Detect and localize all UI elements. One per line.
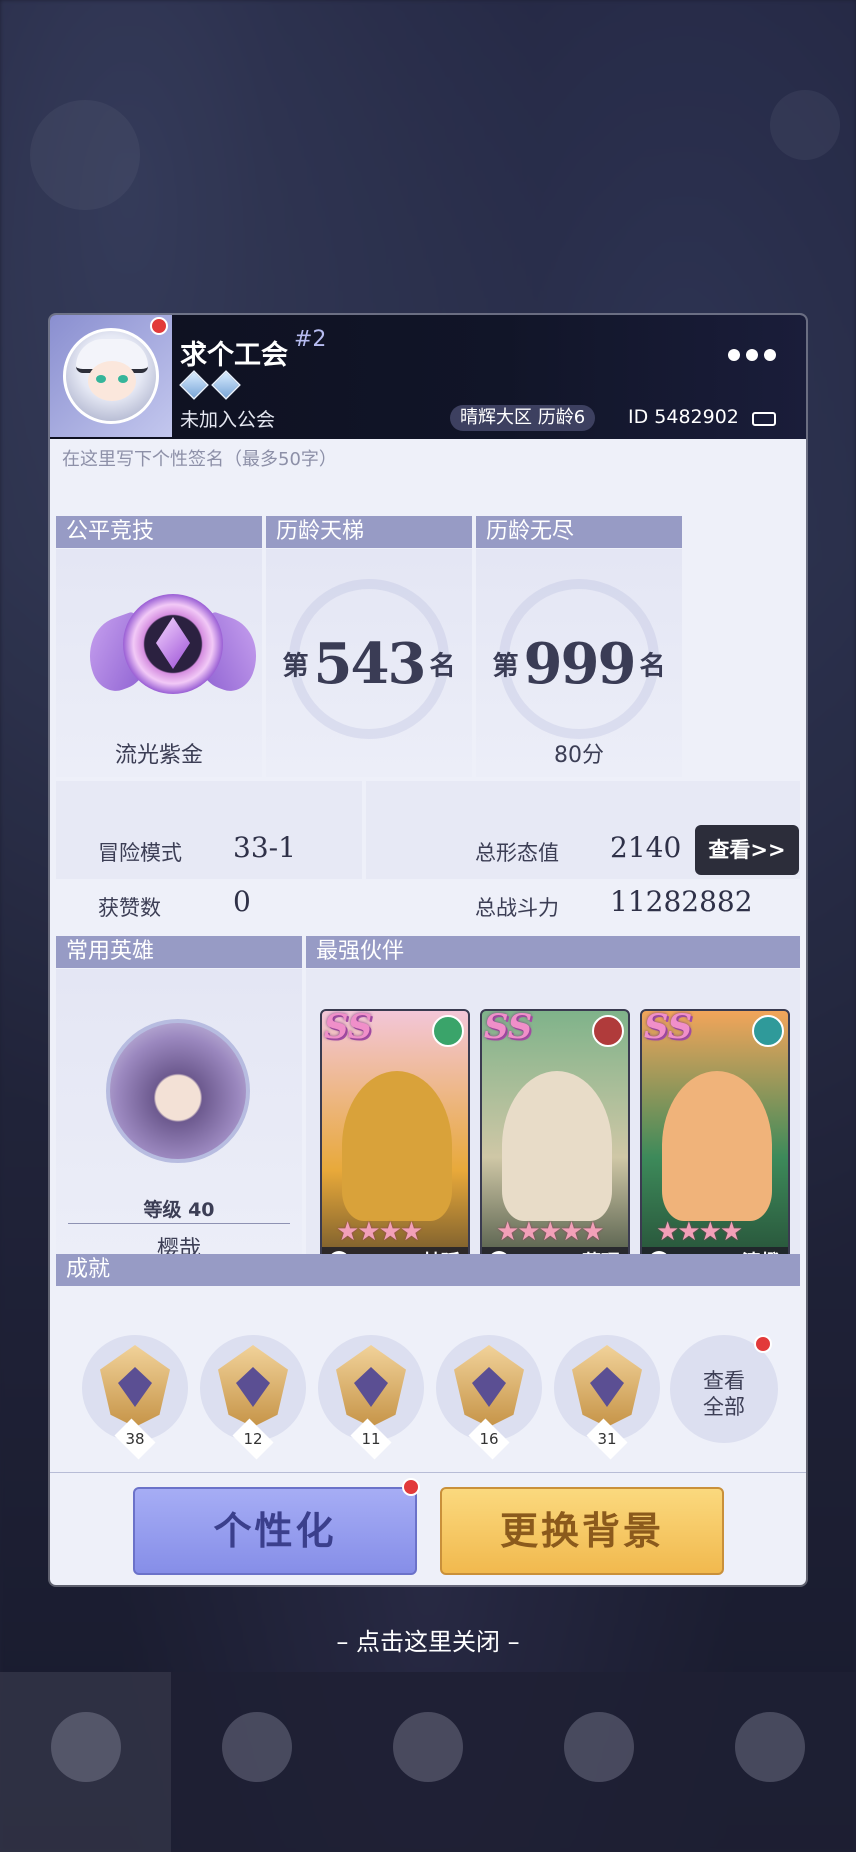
- achievement-badge[interactable]: 38: [82, 1335, 188, 1460]
- ladder-rank: 第 543 名: [282, 631, 456, 697]
- element-icon: [592, 1015, 624, 1047]
- nav-item-1: [0, 1672, 172, 1852]
- adventure-label: 冒险模式: [98, 841, 182, 865]
- avatar-frame[interactable]: [50, 315, 172, 437]
- form-label: 总形态值: [475, 841, 559, 865]
- ladder-panel[interactable]: 第 543 名: [266, 549, 472, 777]
- endless-title: 历龄无尽: [476, 516, 682, 548]
- personalize-button[interactable]: 个性化: [133, 1487, 417, 1575]
- profile-card: 求个工会 #2 未加入公会 晴辉大区 历龄6 ID 5482902 在这里写下个…: [50, 315, 806, 1585]
- star-rating: ★★★★: [336, 1217, 423, 1247]
- region-badge: 晴辉大区 历龄6: [450, 405, 596, 431]
- endless-score: 80分: [554, 743, 604, 768]
- ladder-title: 历龄天梯: [266, 516, 472, 548]
- achievement-notification-dot: [754, 1335, 772, 1353]
- username: 求个工会: [180, 340, 288, 371]
- change-background-button[interactable]: 更换背景: [440, 1487, 724, 1575]
- divider: [68, 1223, 290, 1224]
- achievement-badge[interactable]: 31: [554, 1335, 660, 1460]
- signature-input[interactable]: 在这里写下个性签名（最多50字）: [62, 445, 337, 471]
- diamond-icon: [211, 370, 241, 400]
- endless-panel[interactable]: 第 999 名 80分: [476, 549, 682, 777]
- likes-label: 获赞数: [98, 896, 161, 920]
- diamond-icon: [179, 370, 209, 400]
- avatar-notification-dot: [150, 317, 168, 335]
- hero-portrait[interactable]: [106, 1019, 250, 1163]
- fair-competition-title: 公平竞技: [56, 516, 262, 548]
- nav-item-2: [171, 1672, 342, 1852]
- dot-icon: [746, 349, 758, 361]
- endless-rank: 第 999 名: [492, 631, 666, 697]
- guild-status: 未加入公会: [180, 409, 276, 431]
- more-options-button[interactable]: [728, 349, 776, 361]
- ladder-rank-value: 543: [313, 631, 427, 697]
- adventure-value: 33-1: [233, 831, 296, 864]
- form-value: 2140: [610, 831, 682, 864]
- power-label: 总战斗力: [475, 896, 559, 920]
- view-form-button[interactable]: 查看>>: [695, 825, 799, 875]
- dot-icon: [728, 349, 740, 361]
- best-partners-panel: SS ★★★★ 赫廷 SS ★★★★★ 藏理 SS ★★★★ 清橙: [306, 969, 800, 1279]
- power-value: 11282882: [610, 885, 753, 918]
- divider: [50, 1472, 806, 1473]
- player-id: ID 5482902: [628, 406, 739, 428]
- common-hero-panel[interactable]: 等级 40 樱哉: [56, 969, 302, 1263]
- fair-competition-panel[interactable]: 流光紫金: [56, 549, 269, 777]
- profile-header: 求个工会 #2 未加入公会 晴辉大区 历龄6 ID 5482902: [50, 315, 806, 439]
- bottom-nav-bg: [0, 1672, 856, 1852]
- achievement-badge[interactable]: 12: [200, 1335, 306, 1460]
- close-hint[interactable]: – 点击这里关闭 –: [0, 1622, 856, 1657]
- nav-item-4: [514, 1672, 685, 1852]
- personalize-notification-dot: [402, 1478, 420, 1496]
- achievements-title: 成就: [56, 1254, 800, 1286]
- partner-card[interactable]: SS ★★★★ 清橙: [640, 1009, 790, 1279]
- element-icon: [432, 1015, 464, 1047]
- dot-icon: [764, 349, 776, 361]
- partner-card[interactable]: SS ★★★★ 赫廷: [320, 1009, 470, 1279]
- endless-rank-value: 999: [523, 631, 637, 697]
- star-rating: ★★★★★: [496, 1217, 605, 1247]
- nav-item-3: [342, 1672, 513, 1852]
- star-rating: ★★★★: [656, 1217, 743, 1247]
- rank-tier-name: 流光紫金: [114, 743, 203, 768]
- achievement-badge[interactable]: 11: [318, 1335, 424, 1460]
- vip-diamonds: [179, 370, 241, 400]
- nav-item-5: [685, 1672, 856, 1852]
- copy-id-icon[interactable]: [752, 412, 776, 426]
- likes-value: 0: [233, 885, 251, 918]
- element-icon: [752, 1015, 784, 1047]
- best-partners-title: 最强伙伴: [306, 936, 800, 968]
- achievement-badge[interactable]: 16: [436, 1335, 542, 1460]
- hero-level: 等级 40: [143, 1199, 215, 1221]
- common-hero-title: 常用英雄: [56, 936, 302, 968]
- avatar[interactable]: [63, 328, 159, 424]
- rank-emblem-icon: [77, 589, 269, 709]
- rank-badge: #2: [294, 327, 327, 352]
- partner-card[interactable]: SS ★★★★★ 藏理: [480, 1009, 630, 1279]
